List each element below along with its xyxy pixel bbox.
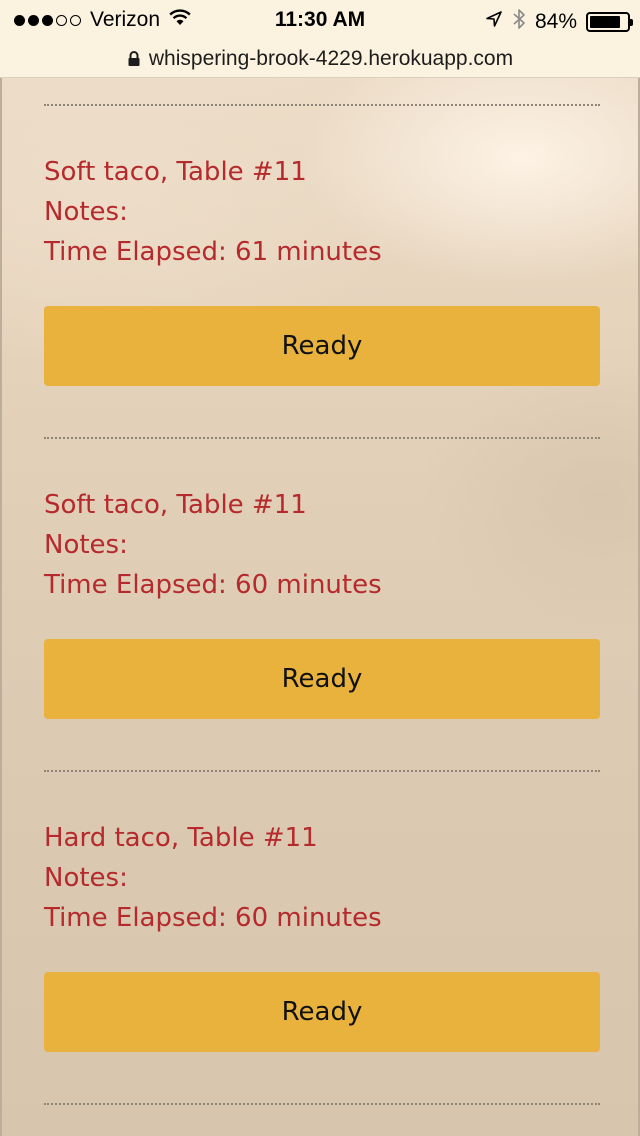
lock-icon bbox=[127, 50, 141, 67]
divider bbox=[44, 437, 600, 439]
signal-strength-icon bbox=[14, 14, 81, 26]
order-elapsed: Time Elapsed: 60 minutes bbox=[44, 570, 382, 600]
status-bar: Verizon 11:30 AM 84% bbox=[0, 0, 640, 40]
order-title: Soft taco, Table #11 bbox=[44, 490, 307, 520]
order-notes: Notes: bbox=[44, 530, 128, 560]
order-elapsed: Time Elapsed: 61 minutes bbox=[44, 237, 382, 267]
ready-button[interactable]: Ready bbox=[44, 972, 600, 1052]
battery-level bbox=[590, 16, 621, 28]
order-card: Soft taco, Table #11 Notes: Time Elapsed… bbox=[44, 152, 600, 386]
order-title: Hard taco, Table #11 bbox=[44, 823, 318, 853]
signal-dot bbox=[56, 14, 67, 26]
order-elapsed: Time Elapsed: 60 minutes bbox=[44, 903, 382, 933]
signal-dot bbox=[70, 14, 81, 26]
order-list[interactable]: Soft taco, Table #11 Notes: Time Elapsed… bbox=[0, 78, 640, 1136]
battery-percent: 84% bbox=[534, 10, 577, 33]
carrier-name: Verizon bbox=[90, 8, 161, 31]
battery-icon bbox=[586, 12, 633, 32]
status-bar-left: Verizon bbox=[14, 8, 192, 32]
signal-dot bbox=[14, 14, 25, 26]
bluetooth-icon bbox=[512, 8, 526, 36]
address-bar[interactable]: whispering-brook-4229.herokuapp.com bbox=[0, 40, 640, 78]
ready-button[interactable]: Ready bbox=[44, 639, 600, 719]
url-text: whispering-brook-4229.herokuapp.com bbox=[148, 46, 514, 70]
wifi-icon bbox=[168, 8, 192, 32]
divider bbox=[44, 1103, 600, 1105]
location-arrow-icon bbox=[485, 10, 503, 34]
order-notes: Notes: bbox=[44, 197, 128, 227]
signal-dot bbox=[42, 14, 53, 26]
order-card: Hard taco, Table #11 Notes: Time Elapsed… bbox=[44, 818, 600, 1052]
order-card: Soft taco, Table #11 Notes: Time Elapsed… bbox=[44, 485, 600, 719]
order-notes: Notes: bbox=[44, 863, 128, 893]
ready-button[interactable]: Ready bbox=[44, 306, 600, 386]
signal-dot bbox=[28, 14, 39, 26]
divider bbox=[44, 104, 600, 106]
status-bar-right: 84% bbox=[485, 8, 633, 36]
divider bbox=[44, 770, 600, 772]
order-title: Soft taco, Table #11 bbox=[44, 157, 307, 187]
